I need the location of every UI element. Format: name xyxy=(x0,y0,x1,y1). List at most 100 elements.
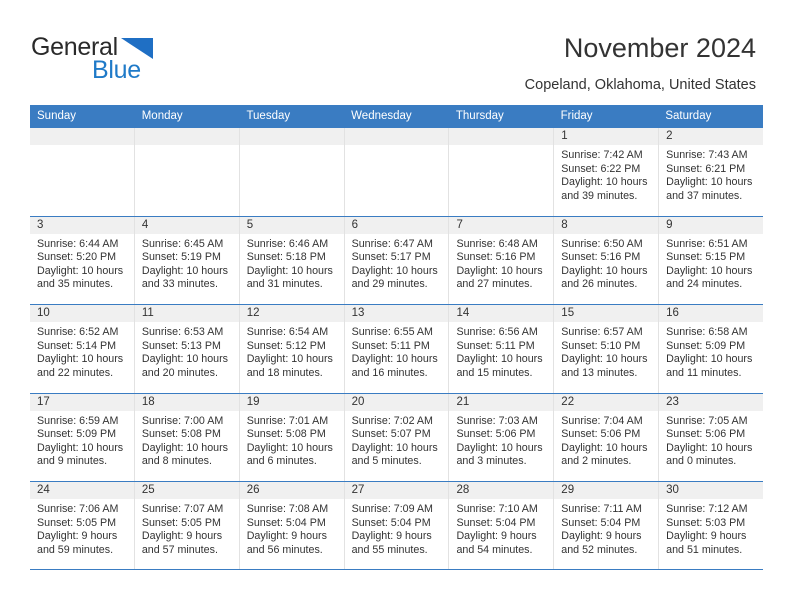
calendar-day-cell[interactable]: 21 Sunrise: 7:03 AM Sunset: 5:06 PM Dayligh… xyxy=(449,393,555,481)
calendar-day-cell[interactable]: 30 Sunrise: 7:12 AM Sunset: 5:03 PM Dayligh… xyxy=(659,482,764,569)
calendar-day-cell[interactable]: 19 Sunrise: 7:01 AM Sunset: 5:08 PM Dayligh… xyxy=(239,393,345,481)
day-sunrise-text: Sunrise: 6:58 AM xyxy=(666,326,748,338)
weekday-header-wednesday: Wednesday xyxy=(351,110,412,122)
calendar-day-cell[interactable]: 24 Sunrise: 7:06 AM Sunset: 5:05 PM Dayligh… xyxy=(30,482,135,569)
day-number xyxy=(449,128,554,145)
day-sun-info: Sunrise: 7:07 AM Sunset: 5:05 PM Daylight:… xyxy=(135,499,239,557)
calendar-day-cell[interactable]: 15 Sunrise: 6:57 AM Sunset: 5:10 PM Dayligh… xyxy=(554,305,660,393)
day-daylight2-text: and 18 minutes. xyxy=(246,366,323,379)
day-daylight2-text: and 13 minutes. xyxy=(561,366,638,379)
calendar-day-cell[interactable]: 28 Sunrise: 7:10 AM Sunset: 5:04 PM Dayligh… xyxy=(449,482,555,569)
generalblue-logo[interactable]: General Blue xyxy=(31,33,231,87)
day-sunset-text: Sunset: 5:14 PM xyxy=(37,339,117,352)
day-sun-info: Sunrise: 7:03 AM Sunset: 5:06 PM Daylight:… xyxy=(449,411,553,469)
day-sunset-text: Sunset: 5:11 PM xyxy=(351,339,430,352)
day-daylight2-text: and 39 minutes. xyxy=(561,189,638,202)
calendar-day-cell-empty xyxy=(30,128,135,216)
day-sunset-text: Sunset: 6:22 PM xyxy=(561,162,641,175)
day-daylight2-text: and 31 minutes. xyxy=(246,278,323,291)
weekday-header-saturday: Saturday xyxy=(665,110,712,122)
day-sun-info: Sunrise: 6:56 AM Sunset: 5:11 PM Daylight:… xyxy=(449,322,553,380)
day-sunset-text: Sunset: 5:16 PM xyxy=(456,251,536,264)
day-daylight2-text: and 5 minutes. xyxy=(351,455,422,468)
calendar-page: General Blue November 2024 Copeland, Okl… xyxy=(0,0,792,612)
day-daylight2-text: and 52 minutes. xyxy=(561,543,638,556)
day-daylight1-text: Daylight: 10 hours xyxy=(456,441,543,454)
calendar-day-cell[interactable]: 13 Sunrise: 6:55 AM Sunset: 5:11 PM Dayligh… xyxy=(344,305,450,393)
day-number: 11 xyxy=(134,305,239,322)
day-daylight1-text: Daylight: 10 hours xyxy=(351,441,438,454)
day-sunrise-text: Sunrise: 6:57 AM xyxy=(561,326,643,338)
day-number: 28 xyxy=(449,482,554,499)
calendar-day-cell[interactable]: 1 Sunrise: 7:42 AM Sunset: 6:22 PM Daylight… xyxy=(554,128,660,216)
calendar-day-cell[interactable]: 25 Sunrise: 7:07 AM Sunset: 5:05 PM Dayligh… xyxy=(134,482,240,569)
day-number: 15 xyxy=(554,305,659,322)
day-daylight1-text: Daylight: 10 hours xyxy=(456,353,543,366)
day-number: 21 xyxy=(449,393,554,411)
day-sunrise-text: Sunrise: 6:50 AM xyxy=(561,237,643,250)
day-sunset-text: Sunset: 5:19 PM xyxy=(141,251,221,264)
day-sunrise-text: Sunrise: 6:55 AM xyxy=(351,326,433,338)
calendar-day-cell[interactable]: 11 Sunrise: 6:53 AM Sunset: 5:13 PM Dayligh… xyxy=(134,305,240,393)
calendar-day-cell[interactable]: 2 Sunrise: 7:43 AM Sunset: 6:21 PM Daylight… xyxy=(659,128,764,216)
calendar-day-cell[interactable]: 16 Sunrise: 6:58 AM Sunset: 5:09 PM Dayligh… xyxy=(659,305,764,393)
day-sunrise-text: Sunrise: 7:11 AM xyxy=(561,503,642,515)
day-daylight2-text: and 33 minutes. xyxy=(141,278,218,291)
day-daylight2-text: and 8 minutes. xyxy=(141,455,212,468)
calendar-day-cell[interactable]: 7 Sunrise: 6:48 AM Sunset: 5:16 PM Daylight… xyxy=(449,216,555,304)
day-sunrise-text: Sunrise: 7:04 AM xyxy=(561,414,643,427)
calendar-day-cell-empty xyxy=(449,128,555,216)
day-sun-info: Sunrise: 7:02 AM Sunset: 5:07 PM Daylight:… xyxy=(345,411,449,469)
calendar-day-cell[interactable]: 6 Sunrise: 6:47 AM Sunset: 5:17 PM Daylight… xyxy=(344,216,450,304)
day-sun-info: Sunrise: 7:43 AM Sunset: 6:21 PM Daylight:… xyxy=(659,145,763,203)
calendar-day-cell[interactable]: 26 Sunrise: 7:08 AM Sunset: 5:04 PM Dayligh… xyxy=(239,482,345,569)
day-daylight2-text: and 51 minutes. xyxy=(666,543,743,556)
calendar-day-cell[interactable]: 5 Sunrise: 6:46 AM Sunset: 5:18 PM Daylight… xyxy=(239,216,345,304)
calendar-day-cell[interactable]: 22 Sunrise: 7:04 AM Sunset: 5:06 PM Dayligh… xyxy=(554,393,660,481)
calendar-day-cell[interactable]: 4 Sunrise: 6:45 AM Sunset: 5:19 PM Daylight… xyxy=(134,216,240,304)
calendar-day-cell[interactable]: 17 Sunrise: 6:59 AM Sunset: 5:09 PM Dayligh… xyxy=(30,393,135,481)
calendar-day-cell[interactable]: 27 Sunrise: 7:09 AM Sunset: 5:04 PM Dayligh… xyxy=(344,482,450,569)
day-sun-info: Sunrise: 7:11 AM Sunset: 5:04 PM Daylight:… xyxy=(554,499,658,557)
calendar-day-cell[interactable]: 3 Sunrise: 6:44 AM Sunset: 5:20 PM Daylight… xyxy=(30,216,135,304)
day-number: 14 xyxy=(449,305,554,322)
day-sun-info: Sunrise: 7:00 AM Sunset: 5:08 PM Daylight:… xyxy=(135,411,239,469)
day-sunrise-text: Sunrise: 6:44 AM xyxy=(37,237,119,250)
calendar-day-cell[interactable]: 12 Sunrise: 6:54 AM Sunset: 5:12 PM Dayligh… xyxy=(239,305,345,393)
calendar-day-cell[interactable]: 8 Sunrise: 6:50 AM Sunset: 5:16 PM Daylight… xyxy=(554,216,660,304)
day-daylight2-text: and 37 minutes. xyxy=(666,189,743,202)
day-daylight2-text: and 55 minutes. xyxy=(351,543,428,556)
calendar-day-cell[interactable]: 14 Sunrise: 6:56 AM Sunset: 5:11 PM Dayligh… xyxy=(449,305,555,393)
day-sun-info: Sunrise: 6:58 AM Sunset: 5:09 PM Daylight:… xyxy=(659,322,763,380)
calendar-day-cell[interactable]: 20 Sunrise: 7:02 AM Sunset: 5:07 PM Dayligh… xyxy=(344,393,450,481)
day-sunset-text: Sunset: 5:18 PM xyxy=(246,251,326,264)
day-sunrise-text: Sunrise: 6:56 AM xyxy=(456,326,538,338)
calendar-day-cell[interactable]: 29 Sunrise: 7:11 AM Sunset: 5:04 PM Dayligh… xyxy=(554,482,660,569)
page-header: General Blue November 2024 Copeland, Okl… xyxy=(0,0,792,104)
day-sunrise-text: Sunrise: 7:42 AM xyxy=(561,149,643,161)
day-daylight2-text: and 24 minutes. xyxy=(666,278,743,291)
calendar-day-cell[interactable]: 9 Sunrise: 6:51 AM Sunset: 5:15 PM Daylight… xyxy=(659,216,764,304)
day-number: 6 xyxy=(344,216,449,234)
day-sun-info: Sunrise: 7:12 AM Sunset: 5:03 PM Daylight:… xyxy=(659,499,763,557)
day-number: 22 xyxy=(554,393,659,411)
day-sunrise-text: Sunrise: 7:00 AM xyxy=(141,414,224,427)
day-sunset-text: Sunset: 6:21 PM xyxy=(666,162,746,175)
day-number: 3 xyxy=(30,216,134,234)
day-sunset-text: Sunset: 5:09 PM xyxy=(37,428,117,441)
day-sunset-text: Sunset: 5:06 PM xyxy=(666,428,746,441)
day-number xyxy=(239,128,344,145)
day-number: 26 xyxy=(239,482,344,499)
calendar-day-cell[interactable]: 10 Sunrise: 6:52 AM Sunset: 5:14 PM Dayligh… xyxy=(30,305,135,393)
logo-text-blue: Blue xyxy=(92,56,141,84)
calendar-day-cell-empty xyxy=(344,128,450,216)
day-sunset-text: Sunset: 5:06 PM xyxy=(456,428,536,441)
calendar-day-cell-empty xyxy=(239,128,345,216)
day-daylight2-text: and 20 minutes. xyxy=(141,366,218,379)
calendar-day-cell[interactable]: 18 Sunrise: 7:00 AM Sunset: 5:08 PM Dayligh… xyxy=(134,393,240,481)
calendar-day-cell[interactable]: 23 Sunrise: 7:05 AM Sunset: 5:06 PM Dayligh… xyxy=(659,393,764,481)
day-daylight1-text: Daylight: 10 hours xyxy=(666,353,753,366)
day-sun-info: Sunrise: 6:52 AM Sunset: 5:14 PM Daylight:… xyxy=(30,322,134,380)
day-number: 12 xyxy=(239,305,344,322)
day-sun-info: Sunrise: 6:54 AM Sunset: 5:12 PM Daylight:… xyxy=(240,322,344,380)
